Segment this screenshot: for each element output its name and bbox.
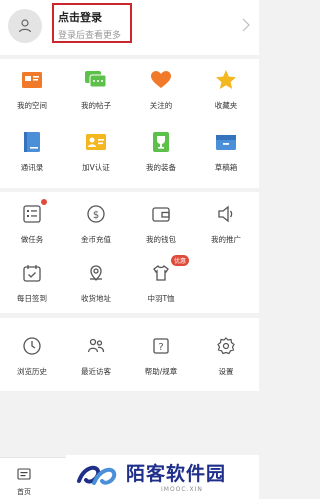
watermark-logo-icon: [77, 465, 117, 485]
help-icon: ?: [153, 338, 169, 354]
grid-item-my-space[interactable]: 我的空间: [0, 68, 64, 111]
watermark-domain: IMOOC.XIN: [161, 486, 203, 493]
grid-label: 帮助/规章: [144, 367, 178, 376]
chat-bubble-icon: [85, 71, 107, 88]
watermark-text: 陌客软件园: [126, 463, 227, 485]
grid-label: 收货地址: [81, 294, 111, 303]
grid-item-tasks[interactable]: 做任务: [0, 199, 64, 245]
task-list-icon: [23, 205, 41, 223]
grid-item-verify[interactable]: 加V认证: [64, 130, 128, 173]
home-icon: [17, 468, 31, 480]
watermark: 陌客软件园 IMOOC.XIN: [66, 455, 259, 499]
grid-item-visitors[interactable]: 最近访客: [64, 334, 128, 377]
grid-label: 设置: [218, 367, 234, 376]
login-highlight-box[interactable]: 点击登录 登录后查看更多: [52, 3, 132, 43]
grid-item-promotion[interactable]: 我的推广: [194, 202, 258, 245]
grid-label: 关注的: [149, 101, 173, 110]
star-icon: [216, 70, 236, 89]
grid-label: 我的装备: [146, 163, 176, 172]
avatar[interactable]: [8, 9, 42, 43]
grid-item-wallet[interactable]: 我的钱包: [129, 202, 193, 245]
svg-text:?: ?: [158, 342, 163, 353]
section-misc: 浏览历史 最近访客 ? 帮助/规章 设置: [0, 318, 259, 391]
heart-icon: [151, 71, 171, 88]
profile-header[interactable]: 点击登录 登录后查看更多: [0, 0, 259, 55]
calendar-check-icon: [23, 265, 41, 282]
grid-item-settings[interactable]: 设置: [194, 334, 258, 377]
grid-item-tshirt[interactable]: 优惠 中羽T恤: [129, 255, 193, 304]
grid-label: 加V认证: [82, 163, 110, 172]
svg-text:$: $: [93, 210, 99, 221]
grid-label: 我的钱包: [146, 235, 176, 244]
grid-label: 最近访客: [81, 367, 111, 376]
grid-item-favorites[interactable]: 收藏夹: [194, 68, 258, 111]
tab-home-label: 首页: [17, 488, 31, 496]
trophy-icon: [153, 132, 169, 152]
section-my-content: 我的空间 我的帖子 关注的 收藏夹 通讯录 加V认证 我的装备 草稿箱: [0, 59, 259, 188]
grid-item-following[interactable]: 关注的: [129, 68, 193, 111]
login-title[interactable]: 点击登录: [58, 9, 102, 25]
address-book-icon: [24, 132, 40, 152]
clock-icon: [23, 337, 41, 355]
login-subtitle: 登录后查看更多: [58, 31, 122, 41]
grid-label: 每日签到: [17, 294, 47, 303]
visitors-icon: [87, 338, 105, 353]
grid-item-address[interactable]: 收货地址: [64, 261, 128, 304]
grid-label: 通讯录: [20, 163, 44, 172]
grid-label: 做任务: [20, 235, 44, 244]
speaker-icon: [218, 205, 233, 223]
grid-label: 浏览历史: [17, 367, 47, 376]
grid-item-history[interactable]: 浏览历史: [0, 334, 64, 377]
grid-label: 草稿箱: [214, 163, 238, 172]
grid-label: 中羽T恤: [147, 294, 175, 303]
grid-label: 金币充值: [81, 235, 111, 244]
grid-item-help[interactable]: ? 帮助/规章: [129, 334, 193, 377]
drafts-icon: [216, 135, 236, 150]
location-icon: [90, 265, 102, 281]
promo-badge: 优惠: [170, 255, 189, 266]
tab-home[interactable]: 首页: [6, 465, 42, 497]
grid-label: 收藏夹: [214, 101, 238, 110]
tshirt-icon: [153, 265, 169, 281]
grid-label: 我的空间: [17, 101, 47, 110]
grid-label: 我的推广: [211, 235, 241, 244]
verify-card-icon: [86, 134, 106, 150]
id-card-icon: [22, 72, 42, 88]
notification-dot: [41, 199, 47, 205]
wallet-icon: [152, 207, 170, 222]
user-icon: [18, 19, 32, 33]
grid-item-my-gear[interactable]: 我的装备: [129, 130, 193, 173]
grid-item-contacts[interactable]: 通讯录: [0, 130, 64, 173]
gear-icon: [217, 337, 235, 355]
grid-item-recharge[interactable]: $ 金币充值: [64, 202, 128, 245]
chevron-right-icon[interactable]: [241, 18, 251, 32]
coin-icon: $: [87, 205, 105, 223]
grid-item-checkin[interactable]: 每日签到: [0, 261, 64, 304]
grid-item-my-posts[interactable]: 我的帖子: [64, 68, 128, 111]
grid-item-drafts[interactable]: 草稿箱: [194, 130, 258, 173]
section-services: 做任务 $ 金币充值 我的钱包 我的推广 每日签到 收货地址 优惠 中羽T恤: [0, 192, 259, 313]
grid-label: 我的帖子: [81, 101, 111, 110]
